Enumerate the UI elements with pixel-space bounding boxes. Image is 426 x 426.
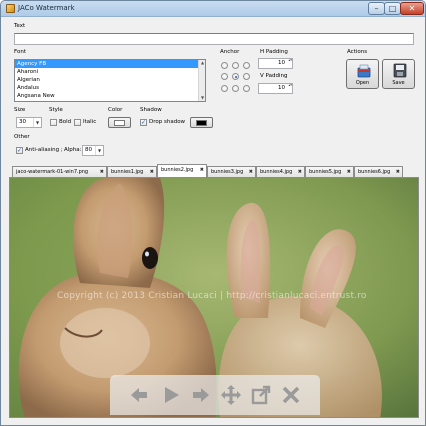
size-select[interactable]: 30 ▼ [16, 117, 42, 128]
italic-checkbox[interactable] [74, 119, 81, 126]
drop-shadow-label: Drop shadow [149, 119, 186, 125]
preview-toolbar [110, 375, 320, 415]
anchor-bottom-right-radio[interactable] [243, 85, 250, 92]
italic-label: Italic [83, 119, 97, 125]
tab-image-4[interactable]: bunnies4.jpg ✖ [256, 166, 305, 177]
close-tab-icon[interactable]: ✖ [100, 167, 104, 177]
font-list-scrollbar[interactable]: ▲ ▼ [198, 60, 205, 101]
tab-image-1[interactable]: bunnies1.jpg ✖ [107, 166, 157, 177]
anchor-top-left-radio[interactable] [221, 62, 228, 69]
bold-checkbox[interactable] [50, 119, 57, 126]
scroll-up-icon[interactable]: ▲ [200, 60, 205, 66]
text-input[interactable] [14, 33, 414, 45]
font-item[interactable]: Andalus [15, 84, 205, 92]
alpha-label: Alpha: [64, 147, 82, 153]
open-button[interactable]: Open [346, 59, 379, 89]
arrow-right-icon[interactable] [190, 384, 212, 406]
font-item[interactable]: Algerian [15, 76, 205, 84]
anchor-top-center-radio[interactable] [232, 62, 239, 69]
tab-label: bunnies1.jpg [111, 169, 144, 175]
font-label: Font [14, 49, 26, 55]
tab-label: bunnies2.jpg [161, 167, 194, 173]
shadow-color-swatch [196, 120, 207, 126]
image-preview[interactable]: Copyright (c) 2013 Cristian Lucaci | htt… [9, 177, 419, 418]
arrow-left-icon[interactable] [128, 384, 150, 406]
anchor-middle-right-radio[interactable] [243, 73, 250, 80]
chevron-down-icon: ▼ [33, 118, 41, 127]
alpha-select[interactable]: 80 ▼ [82, 145, 104, 156]
antialiasing-checkbox[interactable]: ✓ [16, 147, 23, 154]
tab-image-2[interactable]: bunnies2.jpg ✖ [157, 164, 207, 177]
font-item[interactable]: Angsana New [15, 92, 205, 100]
anchor-middle-left-radio[interactable] [221, 73, 228, 80]
close-tab-icon[interactable]: ✖ [200, 165, 204, 175]
minimize-button[interactable]: – [368, 2, 385, 15]
watermark-text: Copyright (c) 2013 Cristian Lucaci | htt… [57, 291, 367, 301]
shadow-label: Shadow [140, 107, 162, 113]
v-padding-label: V Padding [260, 73, 288, 79]
font-item[interactable]: Aharoni [15, 68, 205, 76]
tab-image-0[interactable]: jaco-watermark-01-win7.png ✖ [12, 166, 107, 177]
anchor-top-right-radio[interactable] [243, 62, 250, 69]
maximize-button[interactable]: □ [384, 2, 401, 15]
color-label: Color [108, 107, 123, 113]
scroll-down-icon[interactable]: ▼ [200, 95, 205, 101]
tab-label: bunnies5.jpg [309, 169, 342, 175]
close-tab-icon[interactable]: ✖ [396, 167, 400, 177]
close-icon[interactable] [280, 384, 302, 406]
close-tab-icon[interactable]: ✖ [298, 167, 302, 177]
font-listbox[interactable]: Agency FB Aharoni Algerian Andalus Angsa… [14, 59, 206, 102]
h-padding-spinner[interactable]: 10 [258, 58, 293, 69]
tab-image-3[interactable]: bunnies3.jpg ✖ [207, 166, 256, 177]
tab-label: bunnies6.jpg [358, 169, 391, 175]
v-padding-spinner[interactable]: 10 [258, 83, 293, 94]
v-padding-value: 10 [278, 85, 285, 91]
size-value: 30 [19, 119, 26, 125]
tab-label: bunnies3.jpg [211, 169, 244, 175]
tab-image-5[interactable]: bunnies5.jpg ✖ [305, 166, 354, 177]
main-window: JACo Watermark – □ ✕ Text Font Agency FB… [0, 0, 426, 426]
bold-label: Bold [59, 119, 72, 125]
shadow-color-button[interactable] [190, 117, 213, 128]
play-icon[interactable] [160, 384, 182, 406]
other-label: Other [14, 134, 30, 140]
style-label: Style [49, 107, 63, 113]
save-button[interactable]: Save [382, 59, 415, 89]
anchor-middle-center-radio[interactable] [232, 73, 239, 80]
h-padding-value: 10 [278, 60, 285, 66]
close-window-button[interactable]: ✕ [400, 2, 424, 15]
text-color-swatch [114, 120, 125, 126]
size-label: Size [14, 107, 26, 113]
antialiasing-label: Anti-aliasing ; [25, 147, 63, 153]
anchor-bottom-left-radio[interactable] [221, 85, 228, 92]
app-icon [6, 4, 15, 13]
chevron-down-icon: ▼ [95, 146, 103, 155]
title-bar[interactable]: JACo Watermark – □ ✕ [1, 1, 425, 17]
move-icon[interactable] [220, 384, 242, 406]
tab-image-6[interactable]: bunnies6.jpg ✖ [354, 166, 403, 177]
close-tab-icon[interactable]: ✖ [347, 167, 351, 177]
close-tab-icon[interactable]: ✖ [150, 167, 154, 177]
image-tab-strip: jaco-watermark-01-win7.png ✖ bunnies1.jpg… [9, 164, 423, 177]
text-label: Text [14, 23, 26, 29]
h-padding-label: H Padding [260, 49, 288, 55]
tab-label: bunnies4.jpg [260, 169, 293, 175]
save-label: Save [392, 80, 405, 86]
save-icon [393, 63, 407, 78]
actions-label: Actions [347, 49, 368, 55]
window-title: JACo Watermark [18, 4, 75, 12]
tab-label: jaco-watermark-01-win7.png [16, 169, 89, 175]
drop-shadow-checkbox[interactable]: ✓ [140, 119, 147, 126]
open-icon [357, 64, 371, 78]
popout-icon[interactable] [250, 384, 272, 406]
alpha-value: 80 [85, 147, 92, 153]
close-tab-icon[interactable]: ✖ [249, 167, 253, 177]
text-color-button[interactable] [108, 117, 131, 128]
anchor-label: Anchor [220, 49, 240, 55]
anchor-bottom-center-radio[interactable] [232, 85, 239, 92]
font-item[interactable]: Agency FB [15, 60, 205, 68]
open-label: Open [355, 80, 370, 86]
